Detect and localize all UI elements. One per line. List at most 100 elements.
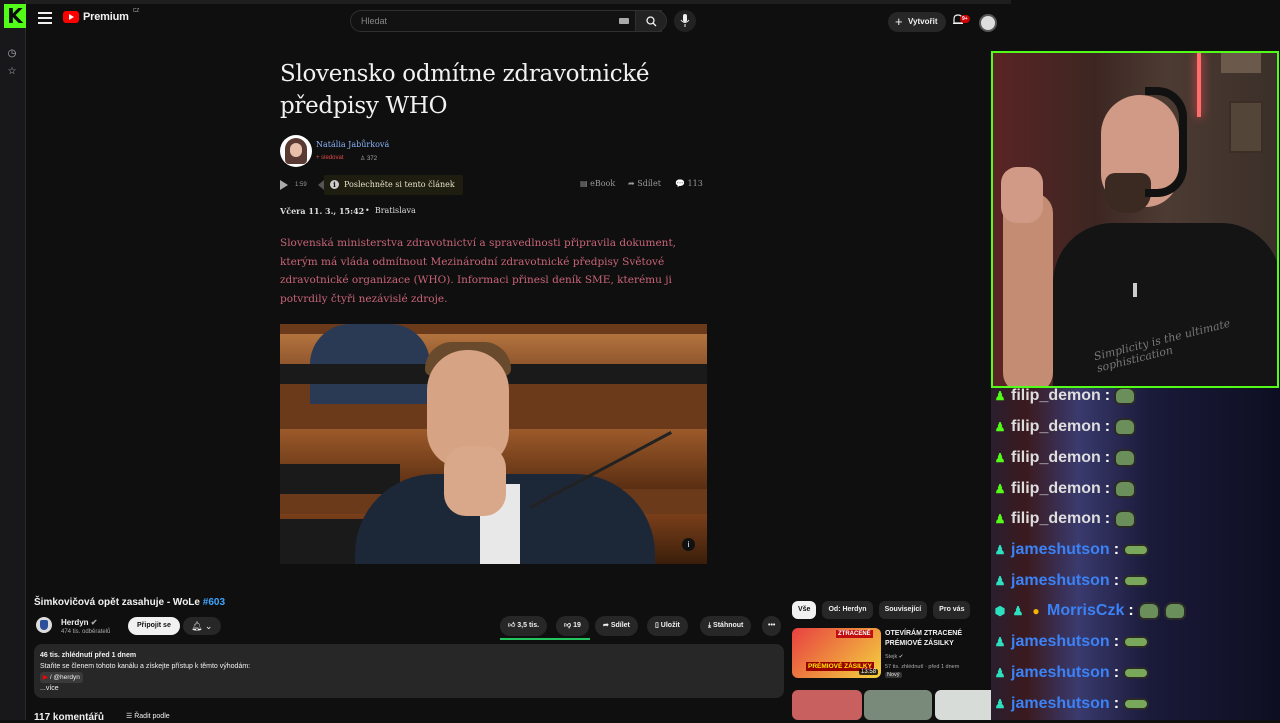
article-title: Slovensko odmítne zdravotnické předpisy … (280, 61, 650, 119)
chat-username[interactable]: filip_demon (1011, 418, 1101, 436)
listen-button[interactable]: Poslechněte si tento článek (324, 175, 463, 195)
youtube-topbar: Premium CZ Hledat Vytvořit 9+ (26, 0, 1011, 36)
author-avatar[interactable] (280, 135, 312, 167)
mic-icon (680, 14, 690, 27)
chip-for-you[interactable]: Pro vás (933, 601, 971, 619)
chat-username[interactable]: jameshutson (1011, 695, 1110, 713)
keyboard-icon[interactable] (619, 18, 629, 24)
chat-username[interactable]: filip_demon (1011, 388, 1101, 405)
chat-message: ⬢ ♟ ● MorrisCzk: (993, 599, 1186, 623)
create-button[interactable]: Vytvořit (888, 12, 946, 32)
chat-message: ♟ filip_demon: (993, 415, 1137, 439)
chat-username[interactable]: jameshutson (1011, 664, 1110, 682)
dislike-button[interactable]: 👎︎ 19 (556, 616, 589, 636)
chat-separator: : (1104, 388, 1111, 404)
channel-avatar[interactable] (36, 617, 52, 633)
emote-icon (1123, 575, 1150, 587)
followers-count: ♙ 372 (360, 156, 378, 162)
more-actions-button[interactable]: ••• (762, 616, 782, 636)
share-link[interactable]: ➦ Sdílet (628, 179, 661, 188)
chat-message: ♟ filip_demon: (993, 477, 1137, 501)
voice-search-button[interactable] (674, 10, 696, 32)
thumbnail-text-1: ZTRACENÉ (836, 630, 873, 638)
emote-icon (1123, 544, 1150, 556)
youtube-logo[interactable]: Premium CZ (63, 8, 140, 23)
description-handle[interactable]: ▶ / @herdyn (40, 672, 83, 683)
recommended-title[interactable]: OTEVÍRÁM ZTRACENÉ PRÉMIOVÉ ZÁSILKY (885, 629, 985, 649)
chat-separator: : (1113, 633, 1120, 650)
author-name[interactable]: Natália Jabůrková (316, 140, 389, 149)
like-button[interactable]: 👍︎ 3,5 tis. (500, 616, 548, 636)
chat-separator: : (1113, 695, 1120, 712)
save-button[interactable]: ▯ Uložit (647, 616, 688, 636)
sub-badge-icon: ♟ (994, 697, 1006, 711)
info-badge-icon: ● (1032, 604, 1040, 618)
sub-badge-icon: ♟ (994, 482, 1006, 496)
chat-separator: : (1113, 541, 1120, 558)
video-tag[interactable]: #603 (203, 597, 225, 608)
star-icon[interactable]: ☆ (6, 66, 18, 78)
sub-badge-icon: ♟ (994, 420, 1006, 434)
emote-icon (1114, 449, 1137, 467)
video-title: Šimkovičová opět zasahuje - WoLe #603 (34, 597, 226, 608)
channel-name[interactable]: Herdyn ✔ (61, 618, 98, 627)
search-input[interactable]: Hledat (350, 10, 662, 32)
emote-icon (1114, 480, 1137, 498)
chat-message: ♟ jameshutson: (993, 661, 1150, 685)
audio-play-icon[interactable] (280, 180, 288, 190)
chat-panel: ♟ filip_demon: ♟ filip_demon: ♟ filip_demon… (991, 388, 1280, 720)
sub-badge-icon: ♟ (994, 666, 1006, 680)
recommended-thumbnail-2[interactable] (792, 690, 862, 720)
recommended-thumbnail[interactable]: ZTRACENÉ PRÉMIOVÉ ZÁSILKY 13:58 (792, 628, 881, 678)
follow-link[interactable]: + sledovat (316, 155, 344, 161)
kick-logo[interactable]: K (4, 4, 26, 28)
chat-username[interactable]: jameshutson (1011, 572, 1110, 590)
chip-related[interactable]: Související (878, 601, 928, 619)
description-box[interactable]: 46 tis. zhlédnutí před 1 dnem Staňte se … (34, 644, 784, 698)
emote-icon (1123, 636, 1150, 648)
new-badge: Nový (885, 672, 902, 678)
sort-button[interactable]: ☰ Řadit podle (126, 712, 170, 720)
photo-info-icon[interactable]: i (682, 538, 695, 551)
chat-separator: : (1104, 510, 1111, 527)
headphones-icon (1145, 87, 1187, 197)
chat-message: ♟ jameshutson: (993, 692, 1150, 716)
sub-badge-icon: ♟ (994, 635, 1006, 649)
recommended-thumbnail-3[interactable] (864, 690, 932, 720)
search-icon (646, 16, 657, 27)
webcam-overlay: Simplicity is the ultimate sophisticatio… (991, 51, 1279, 388)
chat-username[interactable]: filip_demon (1011, 510, 1101, 528)
description-more[interactable]: ...více (40, 683, 778, 694)
download-button[interactable]: ⤓ Stáhnout (700, 616, 752, 636)
comments-link[interactable]: 💬 113 (675, 179, 703, 188)
youtube-region: CZ (132, 8, 140, 14)
chat-username[interactable]: filip_demon (1011, 449, 1101, 467)
video-duration: 13:58 (858, 669, 878, 675)
youtube-play-icon (63, 11, 79, 23)
search-button[interactable] (635, 10, 667, 32)
chat-message: ♟ jameshutson: (993, 569, 1150, 593)
like-ratio-bar (500, 638, 590, 640)
chip-all[interactable]: Vše (792, 601, 817, 619)
menu-icon[interactable] (38, 12, 52, 24)
article-date: Včera 11. 3., 15:42 (280, 206, 365, 216)
chat-message: ♟ jameshutson: (993, 630, 1150, 654)
chat-username[interactable]: filip_demon (1011, 480, 1101, 498)
ebook-link[interactable]: ▤ eBook (580, 179, 615, 188)
emote-icon (1123, 667, 1150, 679)
share-button[interactable]: ➦ Sdílet (595, 616, 638, 636)
join-button[interactable]: Připojit se (128, 617, 180, 635)
sub-badge-icon: ♟ (994, 389, 1006, 403)
subscription-bell-button[interactable]: 🔔︎ ⌄ (183, 617, 221, 635)
sub-badge-icon: ♟ (994, 543, 1006, 557)
chat-separator: : (1113, 664, 1120, 681)
chat-username[interactable]: jameshutson (1011, 541, 1110, 559)
account-avatar[interactable] (979, 14, 997, 32)
description-text: Staňte se členem tohoto kanálu a získejt… (40, 663, 251, 670)
chat-username[interactable]: jameshutson (1011, 633, 1110, 651)
clock-icon[interactable]: ◷ (6, 48, 18, 60)
chat-separator: : (1104, 418, 1111, 435)
chip-from-herdyn[interactable]: Od: Herdyn (822, 601, 873, 619)
sub-badge-icon: ♟ (994, 451, 1006, 465)
chat-username[interactable]: MorrisCzk (1047, 602, 1124, 620)
